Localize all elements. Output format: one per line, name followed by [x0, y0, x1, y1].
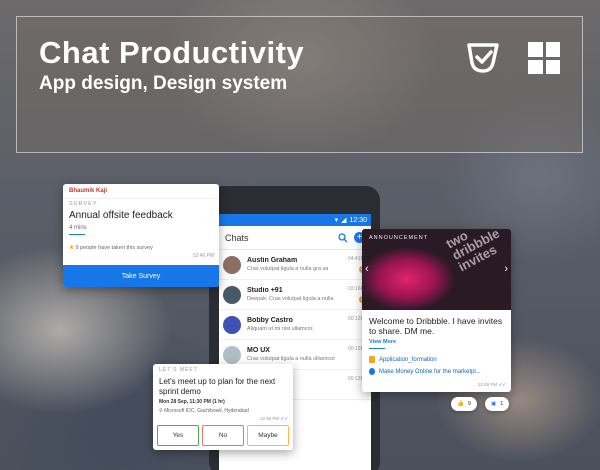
meet-date: Mon 28 Sep, 11:30 PM (1 hr): [159, 399, 225, 405]
chat-row[interactable]: Austin Graham Cras volutpat ligula a null…: [219, 250, 371, 280]
chat-message: Cras volutpat ligula a nulla ulliamcor: [247, 356, 336, 362]
announcement-title: Welcome to Dribbble. I have invites to s…: [369, 316, 503, 336]
chevron-right-icon[interactable]: ›: [504, 263, 508, 275]
survey-author: Bhaumik Kaji: [69, 188, 108, 194]
survey-participants: ★ 9 people have taken this survey: [69, 245, 153, 251]
chat-header: Chats +: [219, 226, 371, 250]
announcement-time-text: 12:46 PM: [477, 382, 498, 387]
chat-message: Deepak: Cras volutpat ligula a nulla: [247, 296, 334, 302]
attachment-link[interactable]: Make Money Online for the marketpl...: [369, 368, 481, 375]
meet-type-label: LET'S MEET: [159, 367, 198, 373]
announcement-card: ANNOUNCEMENT two dribbble invites ‹ › We…: [362, 229, 511, 392]
view-more-link[interactable]: View More: [369, 339, 396, 345]
location-pin-icon: ⚲: [159, 408, 163, 414]
survey-card: Bhaumik Kaji SURVEY Annual offsite feedb…: [63, 184, 219, 287]
chats-title: Chats: [225, 232, 249, 243]
meet-option-maybe-button[interactable]: Maybe: [247, 425, 289, 446]
play-icon: [369, 368, 375, 375]
wifi-icon: ▾: [334, 217, 339, 224]
chat-row[interactable]: Bobby Castro Aliquam ut mi nisi ullamcor.…: [219, 310, 371, 340]
divider: [63, 198, 219, 199]
meet-location-text: Microsoft IDC, Gachibowli, Hyderabad: [164, 408, 249, 414]
avatar: [223, 255, 241, 274]
chat-message: Aliquam ut mi nisi ullamcor.: [247, 326, 314, 332]
meet-options: Yes No Maybe: [157, 425, 289, 446]
avatar: [223, 315, 241, 334]
announcement-image: ANNOUNCEMENT two dribbble invites ‹ ›: [362, 229, 511, 310]
windows-grid-icon: [528, 42, 560, 74]
hero-title: Chat Productivity: [39, 35, 305, 70]
attachment-label: Application_formation: [379, 356, 437, 363]
take-survey-button[interactable]: Take Survey: [63, 265, 219, 287]
hero-banner: Chat Productivity App design, Design sys…: [16, 16, 583, 153]
reaction-comment[interactable]: ▣ 1: [485, 397, 510, 411]
avatar: [223, 345, 241, 364]
search-icon[interactable]: [338, 232, 348, 243]
chat-row[interactable]: Studio +91 Deepak: Cras volutpat ligula a…: [219, 280, 371, 310]
survey-taken-text: 9 people have taken this survey: [75, 245, 153, 251]
thumbs-up-icon: 👍: [457, 401, 464, 407]
survey-duration: 4 mins: [69, 225, 87, 231]
announcement-image-text: two dribbble invites: [443, 229, 502, 275]
attachment-label: Make Money Online for the marketpl...: [379, 368, 481, 375]
status-bar: ▾ ◢ 12:30: [219, 214, 371, 226]
divider: [369, 348, 385, 349]
status-time: 12:30: [349, 216, 367, 224]
survey-time: 12:46 PM: [192, 253, 214, 259]
meet-time-text: 12:46 PM: [259, 416, 280, 421]
reaction-count: 1: [500, 401, 504, 407]
avatar: [223, 285, 241, 304]
brand-check-icon: [467, 43, 499, 73]
signal-icon: ◢: [341, 217, 347, 224]
comment-icon: ▣: [491, 401, 497, 407]
announcement-time: 12:46 PM ✓✓: [478, 382, 506, 388]
meet-option-yes-button[interactable]: Yes: [157, 425, 199, 446]
meet-location: ⚲ Microsoft IDC, Gachibowli, Hyderabad: [159, 408, 249, 414]
divider: [69, 234, 85, 235]
chevron-left-icon[interactable]: ‹: [365, 263, 369, 275]
meet-title: Let's meet up to plan for the next sprin…: [159, 377, 276, 396]
attachment-link[interactable]: Application_formation: [369, 356, 437, 363]
file-icon: [369, 356, 375, 363]
meet-card: LET'S MEET Let's meet up to plan for the…: [153, 364, 293, 450]
reaction-thumbs-up[interactable]: 👍 9: [451, 397, 477, 411]
reaction-count: 9: [467, 401, 471, 407]
survey-type-label: SURVEY: [69, 201, 98, 207]
meet-time: 12:46 PM ✓✓: [260, 416, 288, 422]
star-icon: ★: [69, 245, 74, 251]
read-check-icon: ✓✓: [280, 416, 288, 421]
read-check-icon: ✓✓: [498, 382, 506, 387]
meet-option-no-button[interactable]: No: [202, 425, 244, 446]
survey-title: Annual offsite feedback: [69, 210, 173, 221]
announcement-label: ANNOUNCEMENT: [369, 235, 429, 241]
hero-subtitle: App design, Design system: [39, 73, 288, 94]
chat-message: Cras volutpat ligula a nulla gra sa: [247, 266, 329, 272]
